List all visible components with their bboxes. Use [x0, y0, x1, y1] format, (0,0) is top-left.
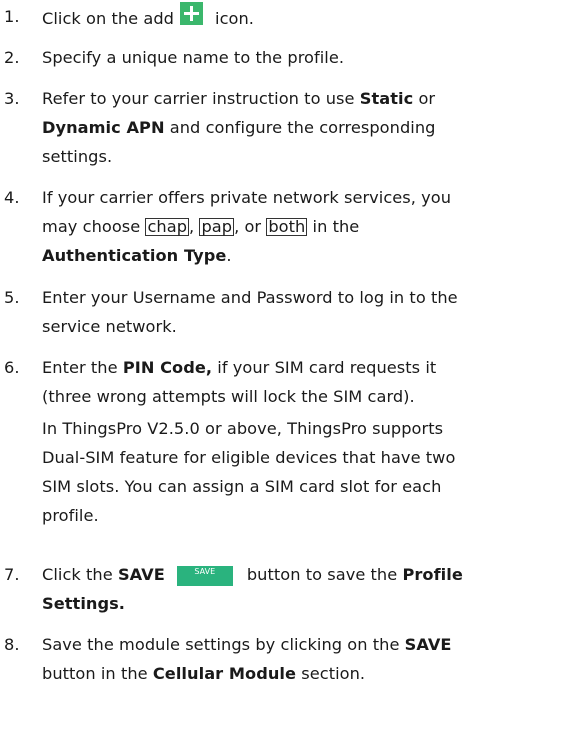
step-text-line: Enter the PIN Code, if your SIM card req… — [42, 358, 437, 377]
step-number: 8. — [4, 635, 20, 654]
plus-add-icon — [180, 2, 204, 25]
step-text: Click on the add icon. — [42, 2, 254, 33]
step-number: 5. — [4, 288, 20, 307]
step-text-line: settings. — [42, 147, 113, 166]
step-text-line: If your carrier offers private network s… — [42, 188, 452, 207]
step-text-line: Dynamic APN and configure the correspond… — [42, 118, 436, 137]
step-number: 4. — [4, 188, 20, 207]
chap-option: chap — [145, 217, 190, 236]
step-text-line: Authentication Type. — [42, 246, 232, 265]
step-number: 2. — [4, 48, 20, 67]
note-text-line: profile. — [42, 506, 99, 525]
step-number: 7. — [4, 565, 20, 584]
step-text-line: (three wrong attempts will lock the SIM … — [42, 387, 415, 406]
step-text-line: Click the SAVE SAVE button to save the Pro… — [42, 565, 463, 586]
step-text-line: Enter your Username and Password to log … — [42, 288, 458, 307]
pap-option: pap — [199, 217, 235, 236]
step-number: 3. — [4, 89, 20, 108]
step-text-line: Save the module settings by clicking on … — [42, 635, 452, 654]
step-text: Specify a unique name to the profile. — [42, 48, 345, 67]
step-text-line: may choose chap, pap, or both in the — [42, 217, 360, 236]
both-option: both — [266, 217, 308, 236]
save-button-image: SAVE — [176, 566, 233, 586]
step-text-line: button in the Cellular Module section. — [42, 664, 366, 683]
note-text-line: In ThingsPro V2.5.0 or above, ThingsPro … — [42, 419, 444, 438]
step-text-line: Settings. — [42, 594, 126, 613]
step-number: 6. — [4, 358, 20, 377]
step-text-line: Refer to your carrier instruction to use… — [42, 89, 436, 108]
step-number: 1. — [4, 7, 20, 26]
note-text-line: SIM slots. You can assign a SIM card slo… — [42, 477, 442, 496]
step-text-line: service network. — [42, 317, 177, 336]
note-text-line: Dual-SIM feature for eligible devices th… — [42, 448, 456, 467]
